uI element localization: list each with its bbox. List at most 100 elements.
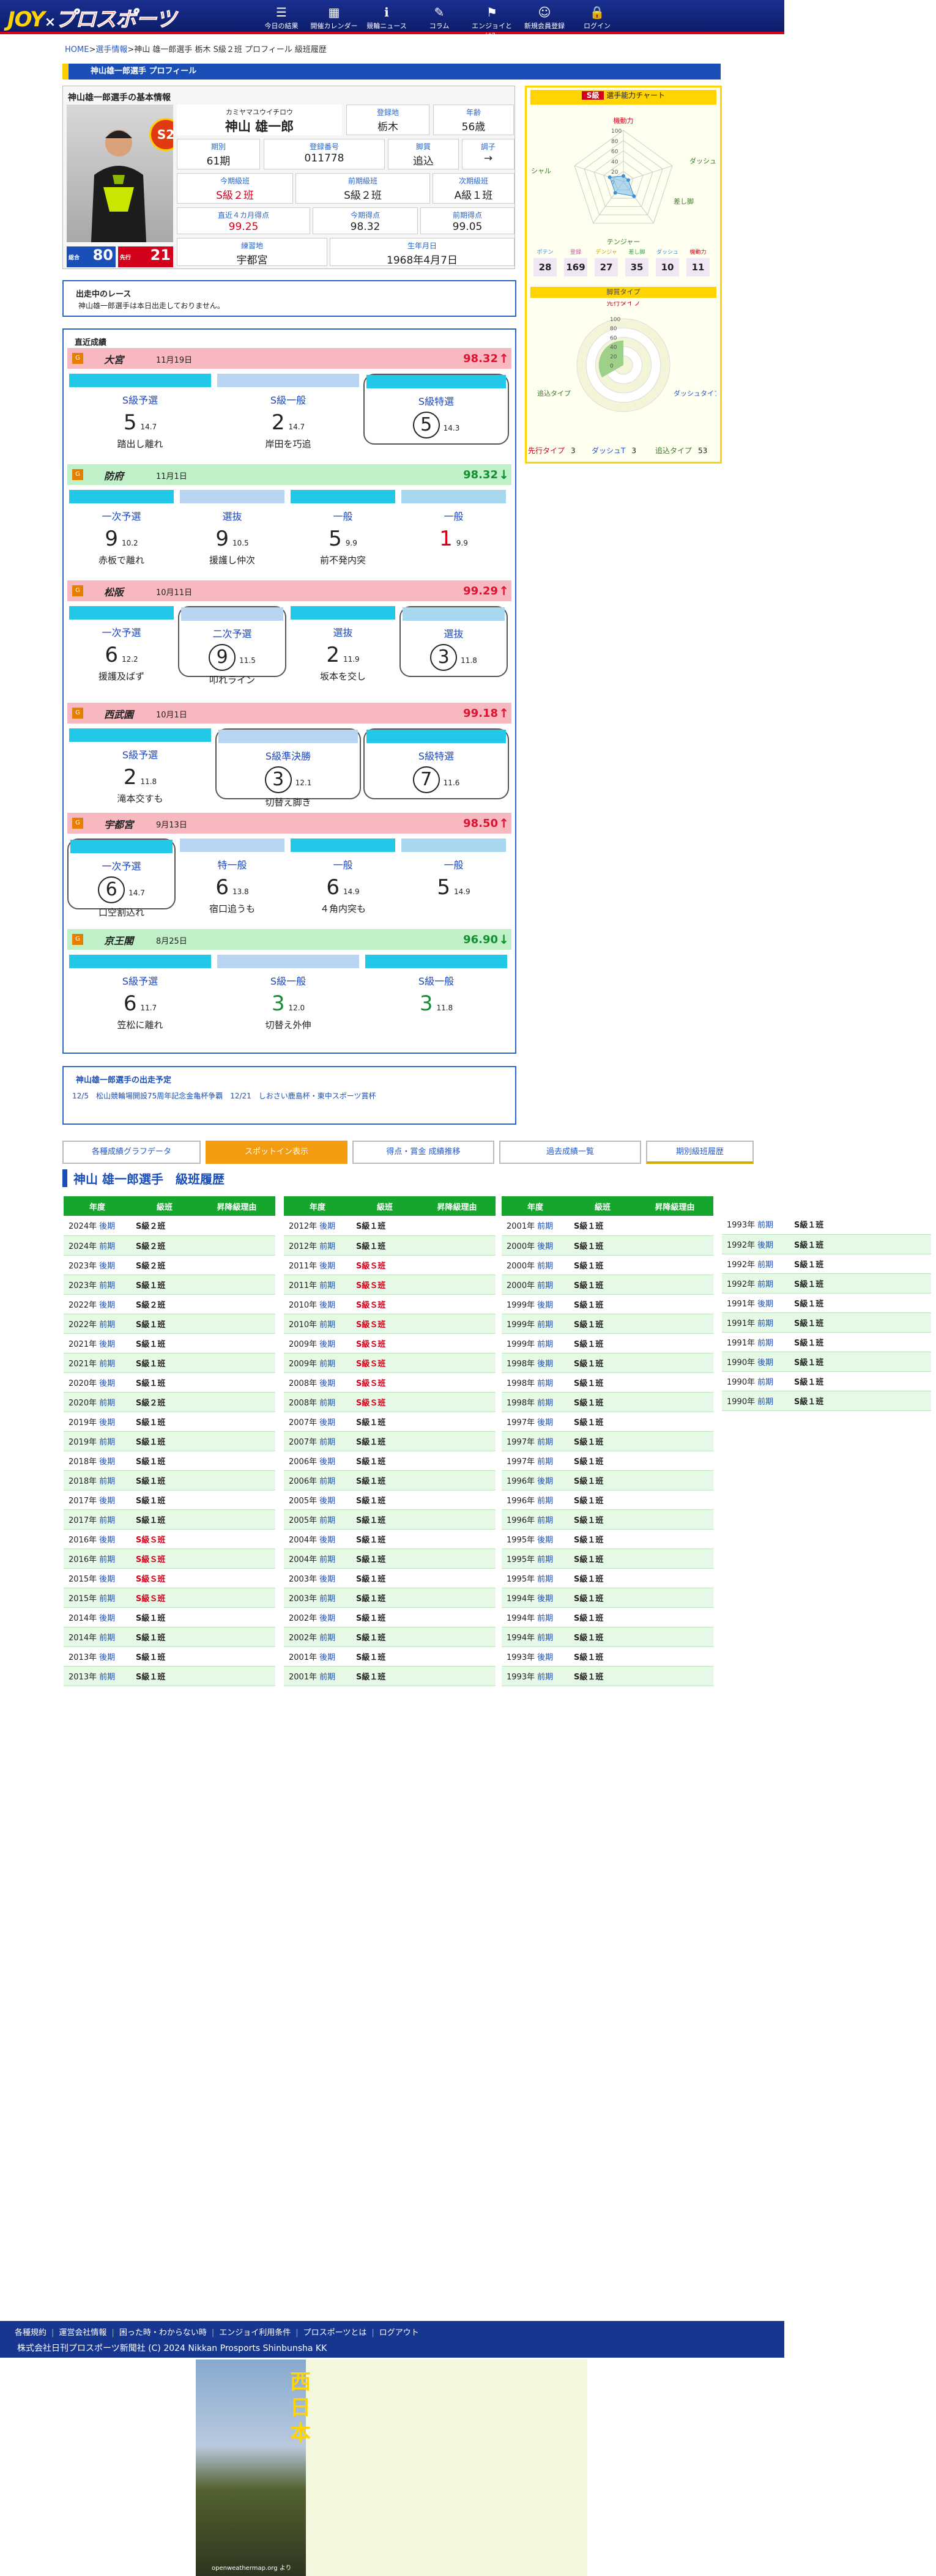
race-result[interactable]: S級一般 3 11.8: [363, 955, 509, 1026]
tab-3[interactable]: 過去成績一覧: [499, 1141, 641, 1164]
race-result[interactable]: 一次予選 6 14.7 口空割込れ: [67, 838, 176, 918]
weather-icon: [366, 375, 506, 388]
race-date: 11月1日: [156, 472, 187, 481]
race-result[interactable]: S級予選 6 11.7 笠松に離れ: [67, 955, 213, 1031]
site-logo[interactable]: JOY×プロスポーツ: [7, 2, 177, 32]
field-label: 次期級班: [458, 177, 488, 185]
finish-place: 2 14.7: [271, 410, 305, 435]
footer-link[interactable]: エンジョイ利用条件: [219, 2328, 291, 2337]
advertisement[interactable]: 西日本 openweathermap.org より: [196, 2359, 587, 2576]
finish-place: 3 11.8: [419, 991, 453, 1016]
radar-axis-label: ポテンシャル: [530, 167, 551, 175]
nav-calendar[interactable]: ▦ 開催カレンダー: [310, 4, 358, 31]
venue-name: 大宮: [104, 354, 124, 366]
table-row: 2003年 後期 S級１班: [284, 1568, 496, 1588]
venue-name: 京王閣: [104, 935, 134, 947]
race-result[interactable]: 選抜 3 11.8: [399, 606, 508, 677]
race-result[interactable]: 一般 1 9.9: [399, 490, 508, 561]
field-label: 期別: [210, 142, 226, 151]
nav-user-plus[interactable]: ☺ 新規会員登録: [520, 4, 569, 31]
weather-icon: [69, 374, 211, 387]
type-axis-label: 追込タイプ: [537, 389, 571, 398]
nav-pen[interactable]: ✎ コラム: [415, 4, 464, 31]
start-time: 11.7: [140, 1004, 157, 1012]
race-result[interactable]: 一次予選 6 12.2 援護及ばず: [67, 606, 176, 682]
footer-link[interactable]: ログアウト: [379, 2328, 419, 2337]
race-result[interactable]: 選抜 9 10.5 援護し仲次: [178, 490, 286, 566]
race-name: 選抜: [444, 628, 464, 640]
table-row: 1998年 前期 S級１班: [502, 1372, 713, 1393]
race-score: 98.50: [463, 817, 498, 830]
table-row: 2000年 後期 S級１班: [502, 1235, 713, 1256]
racer-photo: S2: [67, 105, 173, 242]
profile-field: 今期級班 S級２班: [177, 173, 293, 204]
race-header[interactable]: G 西武園 10月1日 99.18 ↑: [67, 703, 511, 724]
column-header: 級班: [569, 1196, 636, 1216]
field-label: 脚質: [415, 142, 431, 151]
race-result[interactable]: 特一般 6 13.8 宿口追うも: [178, 838, 286, 914]
race-result[interactable]: S級特選 5 14.3: [363, 374, 509, 445]
race-name: S級予選: [122, 394, 158, 406]
table-row: 2023年 後期 S級２班: [64, 1255, 275, 1275]
race-result[interactable]: S級準決勝 3 12.1 切替え脚き: [215, 728, 361, 808]
table-row: 1997年 前期 S級１班: [502, 1431, 713, 1451]
start-time: 11.8: [461, 656, 477, 665]
field-value: 011778: [304, 152, 344, 165]
racer-name: 神山 雄一郎: [225, 119, 294, 134]
breadcrumb-home[interactable]: HOME: [65, 45, 89, 54]
footer-link[interactable]: 各種規約: [15, 2328, 46, 2337]
footer-link[interactable]: 困った時・わからない時: [119, 2328, 207, 2337]
race-header[interactable]: G 大宮 11月19日 98.32 ↑: [67, 348, 511, 369]
footer-link[interactable]: 運営会社情報: [59, 2328, 106, 2337]
finish-place: 3 11.8: [401, 644, 507, 671]
table-row: 2012年 前期 S級１班: [284, 1235, 496, 1256]
race-result[interactable]: 一般 6 14.9 ４角内突も: [289, 838, 397, 914]
nav-info[interactable]: ℹ 競輪ニュース: [362, 4, 411, 31]
tab-4[interactable]: 期別級班履歴: [646, 1141, 754, 1164]
ability-stat: 差し脚 35: [622, 248, 652, 279]
field-label: 生年月日: [407, 242, 437, 250]
race-result[interactable]: S級予選 5 14.7 踏出し離れ: [67, 374, 213, 450]
race-result[interactable]: 一次予選 9 10.2 赤板で離れ: [67, 490, 176, 566]
race-result[interactable]: S級予選 2 11.8 滝本交すも: [67, 728, 213, 804]
race-result[interactable]: S級一般 3 12.0 切替え外伸: [215, 955, 361, 1031]
footer-link[interactable]: プロスポーツとは: [303, 2328, 367, 2337]
nav-flag[interactable]: ⚑ エンジョイとは？: [467, 4, 516, 40]
race-header[interactable]: G 防府 11月1日 98.32 ↓: [67, 464, 511, 485]
tab-2[interactable]: 得点・賞金 成績推移: [352, 1141, 494, 1164]
race-comment: 切替え外伸: [265, 1020, 311, 1031]
table-row: 2023年 前期 S級１班: [64, 1275, 275, 1295]
table-row: 2020年 後期 S級１班: [64, 1372, 275, 1393]
race-result[interactable]: 二次予選 9 11.5 叩れライン: [178, 606, 286, 686]
table-row: 2014年 後期 S級１班: [64, 1607, 275, 1627]
stat-label: 差し脚: [628, 250, 645, 256]
table-row: 1992年 前期 S級１班: [722, 1254, 931, 1274]
race-result[interactable]: 一般 5 14.9: [399, 838, 508, 909]
field-value: 98.32: [350, 221, 381, 233]
race-header[interactable]: G 松阪 10月11日 99.29 ↑: [67, 580, 511, 601]
race-result[interactable]: 選抜 2 11.9 坂本を交し: [289, 606, 397, 682]
race-name: 二次予選: [212, 628, 252, 640]
upcoming-schedule[interactable]: 12/5 松山競輪場開設75周年記念金亀杯争覇 12/21 しおさい鹿島杯・東中…: [72, 1088, 500, 1104]
race-score: 96.90: [463, 933, 498, 946]
breadcrumb-racers[interactable]: 選手情報: [95, 45, 127, 54]
tab-0[interactable]: 各種成績グラフデータ: [62, 1141, 201, 1164]
race-header[interactable]: G 宇都宮 9月13日 98.50 ↑: [67, 813, 511, 834]
race-header[interactable]: G 京王閣 8月25日 96.90 ↓: [67, 929, 511, 950]
race-result[interactable]: S級特選 7 11.6: [363, 728, 509, 799]
race-result[interactable]: S級一般 2 14.7 岸田を巧追: [215, 374, 361, 450]
type-tick: 0: [610, 363, 614, 369]
nav-list[interactable]: ☰ 今日の結果: [257, 4, 306, 31]
table-row: 2020年 前期 S級２班: [64, 1392, 275, 1412]
tab-1[interactable]: スポットイン表示: [206, 1141, 347, 1164]
column-header: 昇降級理由: [418, 1196, 496, 1216]
grade-icon: G: [72, 818, 83, 829]
grade-icon: G: [72, 934, 83, 945]
table-row: 1992年 後期 S級１班: [722, 1234, 931, 1254]
race-name: 一次予選: [102, 861, 141, 872]
race-result[interactable]: 一般 5 9.9 前不発内突: [289, 490, 397, 566]
nav-lock[interactable]: 🔒 ログイン: [573, 4, 622, 31]
upcoming-box: 神山雄一郎選手の出走予定 12/5 松山競輪場開設75周年記念金亀杯争覇 12/…: [62, 1066, 516, 1125]
nav-label: コラム: [429, 22, 450, 30]
nav-label: ログイン: [584, 22, 611, 30]
